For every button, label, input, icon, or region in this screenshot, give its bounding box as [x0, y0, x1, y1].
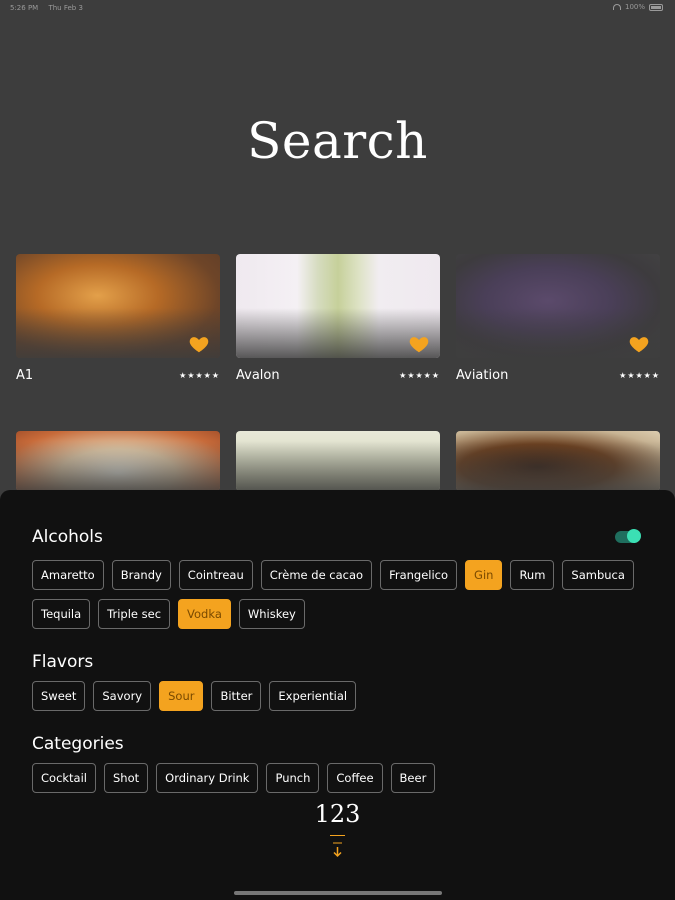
status-left: 5:26 PM Thu Feb 3: [10, 4, 91, 12]
heart-icon[interactable]: [628, 333, 650, 355]
chip-creme-de-cacao[interactable]: Crème de cacao: [260, 560, 373, 590]
alcohols-toggle[interactable]: [615, 529, 641, 543]
chip-frangelico[interactable]: Frangelico: [380, 560, 458, 590]
flavors-heading: Flavors: [32, 652, 94, 672]
drink-name: A1: [16, 368, 34, 383]
drink-card[interactable]: [16, 431, 220, 491]
rating-stars: ★★★★★: [179, 371, 220, 380]
chip-cointreau[interactable]: Cointreau: [178, 560, 253, 590]
toggle-knob: [627, 529, 641, 543]
chip-savory[interactable]: Savory: [93, 681, 152, 711]
flavors-chip-row: Sweet Savory Sour Bitter Experiential: [32, 681, 357, 711]
chip-amaretto[interactable]: Amaretto: [32, 560, 104, 590]
chip-punch[interactable]: Punch: [266, 763, 320, 793]
status-date: Thu Feb 3: [48, 4, 83, 12]
drink-card[interactable]: A1 ★★★★★: [16, 254, 220, 383]
heart-icon[interactable]: [408, 333, 430, 355]
result-count-underline: [330, 835, 345, 836]
status-bar: 5:26 PM Thu Feb 3 100%: [0, 0, 675, 16]
heart-icon[interactable]: [188, 333, 210, 355]
chip-whiskey[interactable]: Whiskey: [238, 599, 305, 629]
card-footer: Aviation ★★★★★: [456, 368, 660, 383]
drink-image[interactable]: [16, 254, 220, 358]
battery-percent: 100%: [624, 3, 645, 11]
drink-name: Avalon: [236, 368, 280, 383]
wifi-icon: [612, 4, 621, 10]
drink-card[interactable]: [456, 431, 660, 491]
drink-card[interactable]: Avalon ★★★★★: [236, 254, 440, 383]
chip-brandy[interactable]: Brandy: [111, 560, 171, 590]
drink-image[interactable]: [456, 254, 660, 358]
chip-sambuca[interactable]: Sambuca: [562, 560, 634, 590]
chip-gin[interactable]: Gin: [465, 560, 503, 590]
alcohols-heading: Alcohols: [32, 527, 103, 547]
alcohols-chip-row-1: Amaretto Brandy Cointreau Crème de cacao…: [32, 560, 634, 590]
card-footer: Avalon ★★★★★: [236, 368, 440, 383]
chip-shot[interactable]: Shot: [104, 763, 149, 793]
categories-heading: Categories: [32, 734, 124, 754]
chip-cocktail[interactable]: Cocktail: [32, 763, 96, 793]
drink-image[interactable]: [236, 254, 440, 358]
result-count: 123: [314, 800, 361, 828]
status-time: 5:26 PM: [10, 4, 39, 12]
chip-vodka[interactable]: Vodka: [178, 599, 231, 629]
status-right: 100%: [612, 3, 663, 11]
drink-card[interactable]: Aviation ★★★★★: [456, 254, 660, 383]
chip-sweet[interactable]: Sweet: [32, 681, 86, 711]
home-indicator: [234, 891, 442, 895]
rating-stars: ★★★★★: [399, 371, 440, 380]
categories-chip-row: Cocktail Shot Ordinary Drink Punch Coffe…: [32, 763, 436, 793]
drink-image[interactable]: [236, 431, 440, 491]
card-footer: A1 ★★★★★: [16, 368, 220, 383]
chip-tequila[interactable]: Tequila: [32, 599, 91, 629]
chip-sour[interactable]: Sour: [159, 681, 204, 711]
chip-rum[interactable]: Rum: [510, 560, 555, 590]
battery-icon: [649, 3, 663, 11]
chip-beer[interactable]: Beer: [390, 763, 436, 793]
alcohols-chip-row-2: Tequila Triple sec Vodka Whiskey: [32, 599, 305, 629]
drink-card[interactable]: [236, 431, 440, 491]
page-title: Search: [247, 112, 428, 170]
chip-bitter[interactable]: Bitter: [211, 681, 262, 711]
drink-image[interactable]: [16, 431, 220, 491]
chip-experiential[interactable]: Experiential: [269, 681, 357, 711]
chip-ordinary-drink[interactable]: Ordinary Drink: [156, 763, 259, 793]
drink-image[interactable]: [456, 431, 660, 491]
arrow-down-icon[interactable]: [330, 842, 345, 858]
chip-coffee[interactable]: Coffee: [327, 763, 383, 793]
drink-name: Aviation: [456, 368, 509, 383]
filter-sheet: Alcohols Amaretto Brandy Cointreau Crème…: [0, 490, 675, 900]
rating-stars: ★★★★★: [619, 371, 660, 380]
chip-triple-sec[interactable]: Triple sec: [98, 599, 171, 629]
